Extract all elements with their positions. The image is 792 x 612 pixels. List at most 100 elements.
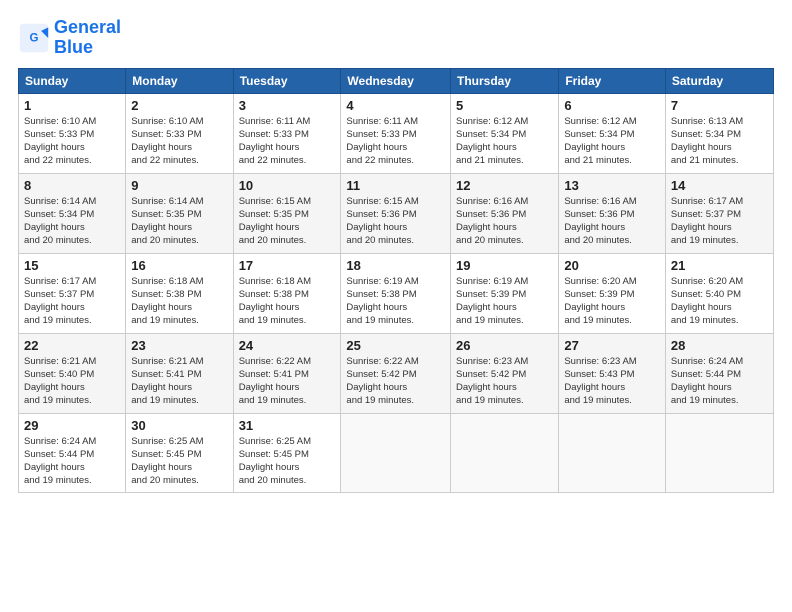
day-info: Sunrise: 6:14 AM Sunset: 5:35 PM Dayligh… [131,195,227,248]
calendar-cell: 25 Sunrise: 6:22 AM Sunset: 5:42 PM Dayl… [341,333,451,413]
header: G General Blue [18,18,774,58]
day-number: 2 [131,98,227,113]
day-number: 11 [346,178,445,193]
day-info: Sunrise: 6:23 AM Sunset: 5:43 PM Dayligh… [564,355,660,408]
day-info: Sunrise: 6:25 AM Sunset: 5:45 PM Dayligh… [131,435,227,488]
day-info: Sunrise: 6:12 AM Sunset: 5:34 PM Dayligh… [564,115,660,168]
day-info: Sunrise: 6:17 AM Sunset: 5:37 PM Dayligh… [671,195,768,248]
day-info: Sunrise: 6:25 AM Sunset: 5:45 PM Dayligh… [239,435,336,488]
calendar-week-row: 8 Sunrise: 6:14 AM Sunset: 5:34 PM Dayli… [19,173,774,253]
calendar-cell: 31 Sunrise: 6:25 AM Sunset: 5:45 PM Dayl… [233,413,341,492]
calendar-cell: 27 Sunrise: 6:23 AM Sunset: 5:43 PM Dayl… [559,333,666,413]
calendar-cell: 12 Sunrise: 6:16 AM Sunset: 5:36 PM Dayl… [451,173,559,253]
day-number: 3 [239,98,336,113]
day-number: 17 [239,258,336,273]
calendar-cell: 3 Sunrise: 6:11 AM Sunset: 5:33 PM Dayli… [233,93,341,173]
calendar-cell: 29 Sunrise: 6:24 AM Sunset: 5:44 PM Dayl… [19,413,126,492]
calendar-cell: 19 Sunrise: 6:19 AM Sunset: 5:39 PM Dayl… [451,253,559,333]
day-info: Sunrise: 6:19 AM Sunset: 5:39 PM Dayligh… [456,275,553,328]
calendar-cell: 10 Sunrise: 6:15 AM Sunset: 5:35 PM Dayl… [233,173,341,253]
day-info: Sunrise: 6:18 AM Sunset: 5:38 PM Dayligh… [239,275,336,328]
logo-blue: Blue [54,37,93,57]
day-info: Sunrise: 6:15 AM Sunset: 5:36 PM Dayligh… [346,195,445,248]
calendar-cell: 9 Sunrise: 6:14 AM Sunset: 5:35 PM Dayli… [126,173,233,253]
day-info: Sunrise: 6:18 AM Sunset: 5:38 PM Dayligh… [131,275,227,328]
calendar-cell: 5 Sunrise: 6:12 AM Sunset: 5:34 PM Dayli… [451,93,559,173]
weekday-header-sunday: Sunday [19,68,126,93]
day-info: Sunrise: 6:22 AM Sunset: 5:42 PM Dayligh… [346,355,445,408]
day-number: 18 [346,258,445,273]
day-number: 16 [131,258,227,273]
calendar-week-row: 15 Sunrise: 6:17 AM Sunset: 5:37 PM Dayl… [19,253,774,333]
calendar-cell: 23 Sunrise: 6:21 AM Sunset: 5:41 PM Dayl… [126,333,233,413]
weekday-header-saturday: Saturday [665,68,773,93]
day-info: Sunrise: 6:22 AM Sunset: 5:41 PM Dayligh… [239,355,336,408]
day-info: Sunrise: 6:21 AM Sunset: 5:41 PM Dayligh… [131,355,227,408]
calendar-cell: 18 Sunrise: 6:19 AM Sunset: 5:38 PM Dayl… [341,253,451,333]
calendar-cell: 30 Sunrise: 6:25 AM Sunset: 5:45 PM Dayl… [126,413,233,492]
day-number: 25 [346,338,445,353]
day-info: Sunrise: 6:12 AM Sunset: 5:34 PM Dayligh… [456,115,553,168]
calendar-cell: 22 Sunrise: 6:21 AM Sunset: 5:40 PM Dayl… [19,333,126,413]
logo-general: General [54,17,121,37]
calendar-cell: 11 Sunrise: 6:15 AM Sunset: 5:36 PM Dayl… [341,173,451,253]
day-number: 8 [24,178,120,193]
day-number: 19 [456,258,553,273]
day-number: 5 [456,98,553,113]
day-info: Sunrise: 6:24 AM Sunset: 5:44 PM Dayligh… [24,435,120,488]
day-info: Sunrise: 6:17 AM Sunset: 5:37 PM Dayligh… [24,275,120,328]
day-number: 14 [671,178,768,193]
calendar-week-row: 22 Sunrise: 6:21 AM Sunset: 5:40 PM Dayl… [19,333,774,413]
calendar-cell: 15 Sunrise: 6:17 AM Sunset: 5:37 PM Dayl… [19,253,126,333]
calendar-cell: 7 Sunrise: 6:13 AM Sunset: 5:34 PM Dayli… [665,93,773,173]
day-info: Sunrise: 6:21 AM Sunset: 5:40 PM Dayligh… [24,355,120,408]
day-number: 22 [24,338,120,353]
calendar-cell: 6 Sunrise: 6:12 AM Sunset: 5:34 PM Dayli… [559,93,666,173]
calendar-table: SundayMondayTuesdayWednesdayThursdayFrid… [18,68,774,493]
day-number: 6 [564,98,660,113]
day-number: 7 [671,98,768,113]
calendar-cell: 24 Sunrise: 6:22 AM Sunset: 5:41 PM Dayl… [233,333,341,413]
day-info: Sunrise: 6:24 AM Sunset: 5:44 PM Dayligh… [671,355,768,408]
day-info: Sunrise: 6:16 AM Sunset: 5:36 PM Dayligh… [456,195,553,248]
day-number: 4 [346,98,445,113]
day-info: Sunrise: 6:11 AM Sunset: 5:33 PM Dayligh… [239,115,336,168]
day-number: 27 [564,338,660,353]
day-number: 24 [239,338,336,353]
calendar-cell [341,413,451,492]
calendar-cell: 28 Sunrise: 6:24 AM Sunset: 5:44 PM Dayl… [665,333,773,413]
day-info: Sunrise: 6:15 AM Sunset: 5:35 PM Dayligh… [239,195,336,248]
calendar-cell: 21 Sunrise: 6:20 AM Sunset: 5:40 PM Dayl… [665,253,773,333]
calendar-cell: 17 Sunrise: 6:18 AM Sunset: 5:38 PM Dayl… [233,253,341,333]
day-number: 20 [564,258,660,273]
weekday-header-thursday: Thursday [451,68,559,93]
calendar-cell: 20 Sunrise: 6:20 AM Sunset: 5:39 PM Dayl… [559,253,666,333]
day-number: 29 [24,418,120,433]
calendar-header-row: SundayMondayTuesdayWednesdayThursdayFrid… [19,68,774,93]
page: G General Blue SundayMondayTuesdayWednes… [0,0,792,612]
day-info: Sunrise: 6:13 AM Sunset: 5:34 PM Dayligh… [671,115,768,168]
day-info: Sunrise: 6:14 AM Sunset: 5:34 PM Dayligh… [24,195,120,248]
day-info: Sunrise: 6:10 AM Sunset: 5:33 PM Dayligh… [24,115,120,168]
day-number: 15 [24,258,120,273]
day-info: Sunrise: 6:19 AM Sunset: 5:38 PM Dayligh… [346,275,445,328]
day-number: 26 [456,338,553,353]
day-number: 28 [671,338,768,353]
calendar-cell: 2 Sunrise: 6:10 AM Sunset: 5:33 PM Dayli… [126,93,233,173]
weekday-header-friday: Friday [559,68,666,93]
calendar-cell [451,413,559,492]
day-number: 1 [24,98,120,113]
calendar-cell: 14 Sunrise: 6:17 AM Sunset: 5:37 PM Dayl… [665,173,773,253]
day-number: 30 [131,418,227,433]
calendar-cell [665,413,773,492]
weekday-header-monday: Monday [126,68,233,93]
calendar-cell: 4 Sunrise: 6:11 AM Sunset: 5:33 PM Dayli… [341,93,451,173]
day-info: Sunrise: 6:20 AM Sunset: 5:40 PM Dayligh… [671,275,768,328]
day-number: 21 [671,258,768,273]
logo-icon: G [18,22,50,54]
calendar-cell: 16 Sunrise: 6:18 AM Sunset: 5:38 PM Dayl… [126,253,233,333]
calendar-cell [559,413,666,492]
day-info: Sunrise: 6:20 AM Sunset: 5:39 PM Dayligh… [564,275,660,328]
day-info: Sunrise: 6:10 AM Sunset: 5:33 PM Dayligh… [131,115,227,168]
calendar-week-row: 1 Sunrise: 6:10 AM Sunset: 5:33 PM Dayli… [19,93,774,173]
